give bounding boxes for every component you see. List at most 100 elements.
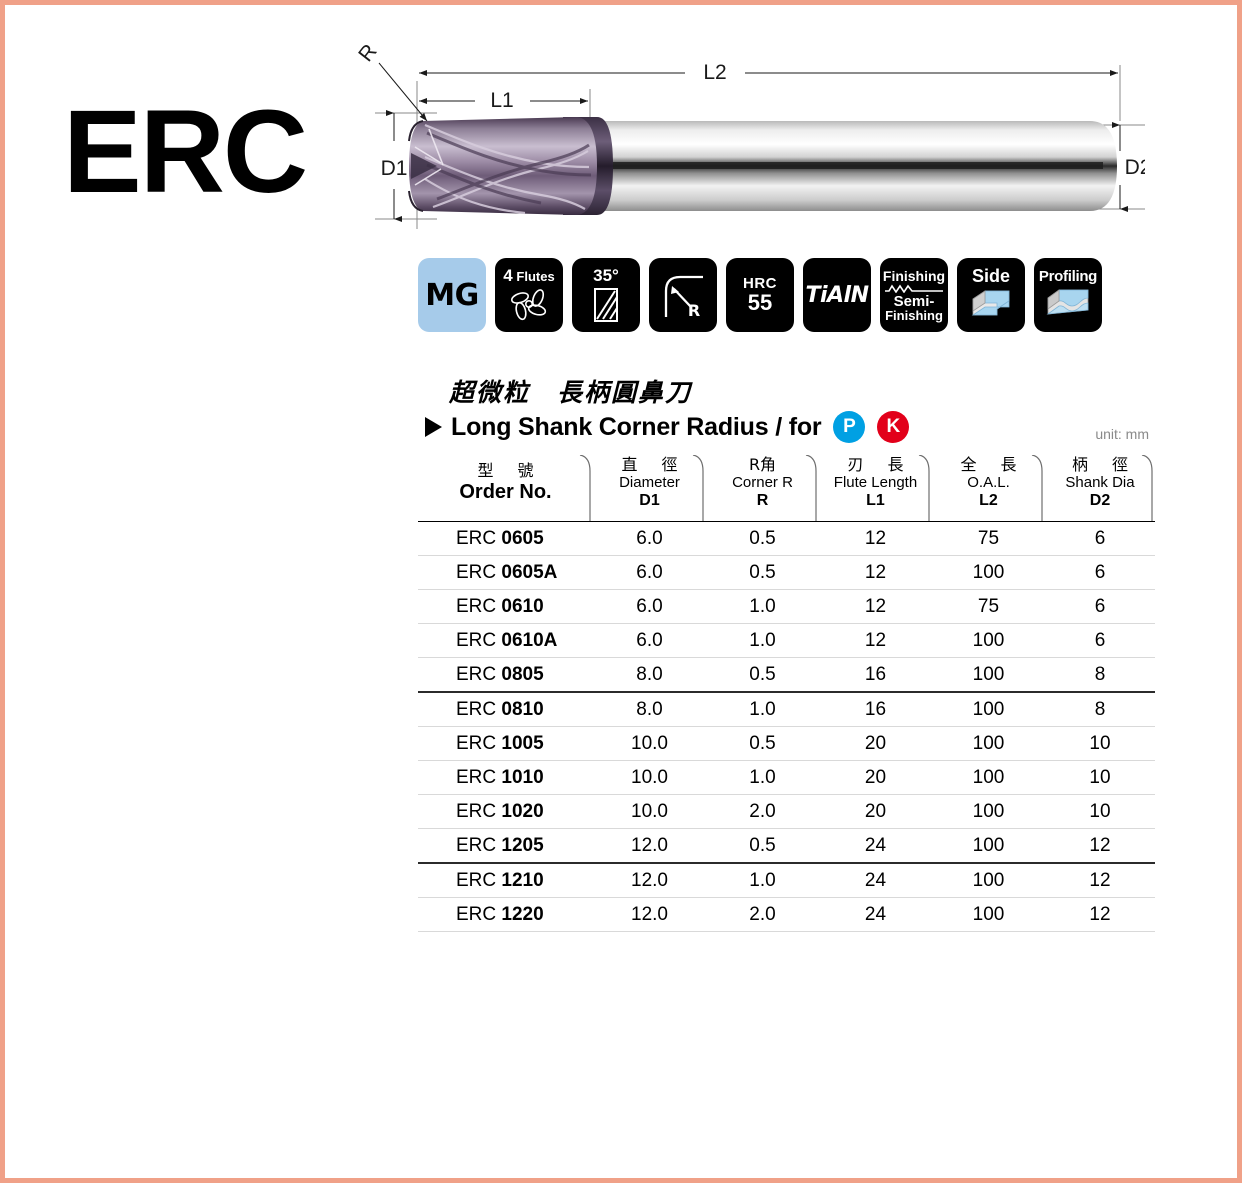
cell-order-no: ERC 0610A [418, 630, 593, 652]
header-tab-divider [579, 455, 593, 521]
finishing-icon: Finishing Semi- Finishing [880, 258, 948, 332]
svg-text:D2: D2 [1125, 156, 1145, 179]
cell-flute-length: 20 [864, 766, 887, 788]
cell-flute-length: 16 [864, 698, 887, 720]
cell-corner-r: 1.0 [749, 629, 776, 651]
cell-corner-r: 0.5 [749, 561, 776, 583]
cell-oal: 100 [972, 629, 1005, 651]
zigzag-divider-icon [885, 284, 943, 293]
cell-diameter: 10.0 [631, 766, 668, 788]
cell-oal: 100 [972, 766, 1005, 788]
header-tab-divider [918, 455, 932, 521]
cell-oal: 75 [977, 595, 1000, 617]
column-header-corner-r-cn: R角 [748, 454, 777, 474]
cell-flute-length: 20 [864, 800, 887, 822]
profiling-icon: Profiling [1034, 258, 1102, 332]
table-row[interactable]: ERC 1205 12.0 0.5 24 100 12 [418, 829, 1155, 862]
order-code: 0605A [501, 561, 558, 583]
order-code: 1005 [501, 732, 544, 754]
column-header-order-no-cn: 型 號 [477, 460, 538, 480]
table-body: ERC 0605 6.0 0.5 12 75 6 ERC 0605A 6.0 0.5 12 100 6… [418, 522, 1155, 932]
cell-diameter: 6.0 [636, 595, 663, 617]
column-header-diameter-en: Diameter [619, 473, 680, 491]
table-row[interactable]: ERC 0605A 6.0 0.5 12 100 6 [418, 556, 1155, 589]
table-row[interactable]: ERC 0605 6.0 0.5 12 75 6 [418, 522, 1155, 555]
cell-diameter: 8.0 [636, 663, 663, 685]
flutes-glyph [510, 289, 547, 321]
cell-diameter: 12.0 [631, 869, 668, 891]
order-code: 0610 [501, 595, 544, 617]
order-code: 0605 [501, 527, 544, 549]
triangle-bullet-icon [425, 417, 442, 437]
table-row[interactable]: ERC 1005 10.0 0.5 20 100 10 [418, 727, 1155, 760]
cell-shank-dia: 8 [1094, 698, 1106, 720]
cell-diameter: 6.0 [636, 561, 663, 583]
cell-diameter: 6.0 [636, 629, 663, 651]
cell-diameter: 12.0 [631, 903, 668, 925]
cell-flute-length: 12 [864, 629, 887, 651]
order-prefix: ERC [456, 561, 497, 583]
header-tab-divider [805, 455, 819, 521]
cell-corner-r: 0.5 [749, 527, 776, 549]
table-row[interactable]: ERC 0805 8.0 0.5 16 100 8 [418, 658, 1155, 691]
table-row[interactable]: ERC 0810 8.0 1.0 16 100 8 [418, 693, 1155, 726]
column-header-corner-r-en: Corner R [732, 473, 793, 491]
column-header-diameter-sym: D1 [639, 492, 660, 510]
material-badge-k-label: K [886, 416, 901, 437]
catalog-page: ERC L2 L1 D1 D R MG 4 Flutes 35° R HRC 5… [0, 0, 1242, 1183]
flutes-icon: 4 Flutes [495, 258, 563, 332]
cell-order-no: ERC 0810 [418, 699, 593, 721]
table-row[interactable]: ERC 0610 6.0 1.0 12 75 6 [418, 590, 1155, 623]
column-header-corner-r: R角 Corner R R [706, 449, 819, 521]
order-code: 1210 [501, 869, 544, 891]
table-row[interactable]: ERC 1020 10.0 2.0 20 100 10 [418, 795, 1155, 828]
cell-flute-length: 16 [864, 663, 887, 685]
cell-shank-dia: 10 [1089, 800, 1111, 822]
cell-shank-dia: 12 [1089, 834, 1111, 856]
column-header-oal-cn: 全 長 [960, 454, 1021, 474]
table-row[interactable]: ERC 1220 12.0 2.0 24 100 12 [418, 898, 1155, 931]
cell-order-no: ERC 0605A [418, 562, 593, 584]
cell-corner-r: 2.0 [749, 903, 776, 925]
cell-order-no: ERC 1020 [418, 801, 593, 823]
hrc-label: HRC [743, 274, 777, 292]
cell-diameter: 8.0 [636, 698, 663, 720]
order-code: 1220 [501, 903, 544, 925]
header-tab-divider [692, 455, 706, 521]
column-header-flute-length-cn: 刃 長 [847, 454, 908, 474]
row-separator [418, 931, 1155, 932]
cell-flute-length: 24 [864, 903, 887, 925]
cell-oal: 100 [972, 869, 1005, 891]
table-row[interactable]: ERC 1210 12.0 1.0 24 100 12 [418, 864, 1155, 897]
order-code: 0610A [501, 629, 558, 651]
cell-shank-dia: 6 [1094, 629, 1106, 651]
order-prefix: ERC [456, 834, 497, 856]
cell-shank-dia: 10 [1089, 766, 1111, 788]
cell-shank-dia: 6 [1094, 527, 1106, 549]
order-prefix: ERC [456, 663, 497, 685]
coating-label: TiAlN [805, 282, 869, 308]
column-header-shank-dia: 柄 徑 Shank Dia D2 [1045, 449, 1155, 521]
feature-icon-strip: MG 4 Flutes 35° R HRC 55 TiAlN Finishing… [418, 258, 1102, 332]
cell-shank-dia: 6 [1094, 595, 1106, 617]
side-label: Side [971, 266, 1010, 286]
table-row[interactable]: ERC 0610A 6.0 1.0 12 100 6 [418, 624, 1155, 657]
helix-glyph [594, 288, 618, 322]
column-header-flute-length: 刃 長 Flute Length L1 [819, 449, 932, 521]
unit-note: unit: mm [1095, 426, 1149, 442]
cell-flute-length: 24 [864, 834, 887, 856]
order-prefix: ERC [456, 629, 497, 651]
cell-order-no: ERC 0805 [418, 664, 593, 686]
header-tab-divider [1141, 455, 1155, 521]
cell-corner-r: 0.5 [749, 663, 776, 685]
table-row[interactable]: ERC 1010 10.0 1.0 20 100 10 [418, 761, 1155, 794]
svg-text:L2: L2 [703, 61, 726, 84]
cell-flute-length: 12 [864, 561, 887, 583]
svg-text:L1: L1 [490, 89, 513, 112]
cell-corner-r: 1.0 [749, 869, 776, 891]
column-header-oal: 全 長 O.A.L. L2 [932, 449, 1045, 521]
cell-diameter: 10.0 [631, 732, 668, 754]
product-series-logo: ERC [63, 86, 308, 218]
cell-flute-length: 20 [864, 732, 887, 754]
product-title-english: Long Shank Corner Radius / for [451, 412, 822, 441]
